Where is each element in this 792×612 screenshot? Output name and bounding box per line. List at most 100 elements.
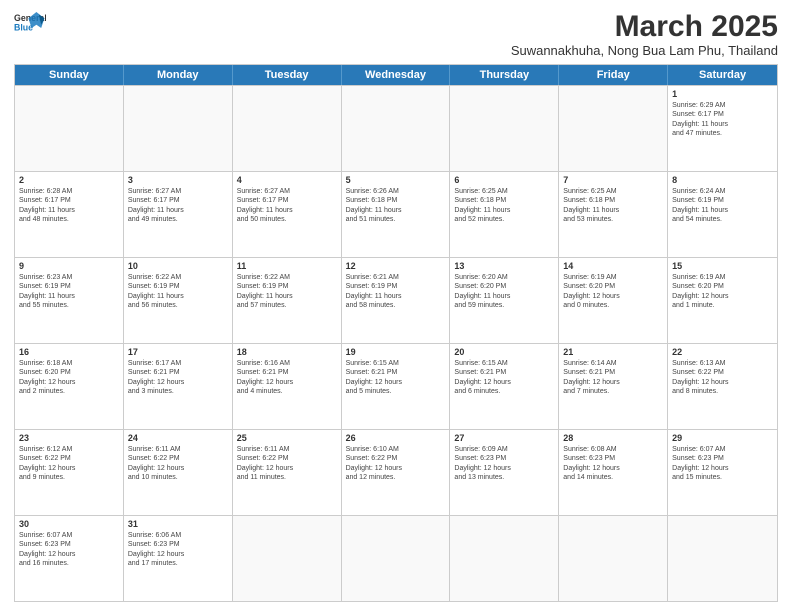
day-info: Sunrise: 6:12 AM Sunset: 6:22 PM Dayligh… [19,445,119,483]
day-number: 25 [237,433,337,443]
day-number: 19 [346,347,446,357]
calendar-day-12: 12Sunrise: 6:21 AM Sunset: 6:19 PM Dayli… [342,258,451,343]
day-number: 29 [672,433,773,443]
day-info: Sunrise: 6:26 AM Sunset: 6:18 PM Dayligh… [346,187,446,225]
header-day-saturday: Saturday [668,65,777,85]
day-info: Sunrise: 6:22 AM Sunset: 6:19 PM Dayligh… [237,273,337,311]
day-info: Sunrise: 6:10 AM Sunset: 6:22 PM Dayligh… [346,445,446,483]
day-info: Sunrise: 6:29 AM Sunset: 6:17 PM Dayligh… [672,101,773,139]
day-info: Sunrise: 6:09 AM Sunset: 6:23 PM Dayligh… [454,445,554,483]
calendar-day-7: 7 Sunrise: 6:25 AM Sunset: 6:18 PM Daylig… [559,172,668,257]
day-info: Sunrise: 6:20 AM Sunset: 6:20 PM Dayligh… [454,273,554,311]
calendar-row-2: 2Sunrise: 6:28 AM Sunset: 6:17 PM Daylig… [15,171,777,257]
calendar-row-4: 16Sunrise: 6:18 AM Sunset: 6:20 PM Dayli… [15,343,777,429]
calendar-header: SundayMondayTuesdayWednesdayThursdayFrid… [15,65,777,85]
calendar-day-20: 20 Sunrise: 6:15 AM Sunset: 6:21 PM Dayli… [450,344,559,429]
day-number: 16 [19,347,119,357]
day-number: 23 [19,433,119,443]
day-number: 12 [346,261,446,271]
calendar-day-25: 25 Sunrise: 6:11 AM Sunset: 6:22 PM Dayli… [233,430,342,515]
day-number: 1 [672,89,773,99]
calendar-row-5: 23 Sunrise: 6:12 AM Sunset: 6:22 PM Dayli… [15,429,777,515]
day-info: Sunrise: 6:25 AM Sunset: 6:18 PM Dayligh… [454,187,554,225]
header-day-monday: Monday [124,65,233,85]
calendar-day-11: 11 Sunrise: 6:22 AM Sunset: 6:19 PM Dayli… [233,258,342,343]
calendar-row-1: 1 Sunrise: 6:29 AM Sunset: 6:17 PM Daylig… [15,85,777,171]
location: Suwannakhuha, Nong Bua Lam Phu, Thailand [511,43,778,58]
day-number: 8 [672,175,773,185]
calendar-day-10: 10Sunrise: 6:22 AM Sunset: 6:19 PM Dayli… [124,258,233,343]
day-number: 5 [346,175,446,185]
day-info: Sunrise: 6:24 AM Sunset: 6:19 PM Dayligh… [672,187,773,225]
calendar-day-empty [15,86,124,171]
header-day-thursday: Thursday [450,65,559,85]
calendar-day-23: 23 Sunrise: 6:12 AM Sunset: 6:22 PM Dayli… [15,430,124,515]
title-block: March 2025 Suwannakhuha, Nong Bua Lam Ph… [511,10,778,58]
calendar-day-5: 5 Sunrise: 6:26 AM Sunset: 6:18 PM Daylig… [342,172,451,257]
calendar-row-3: 9 Sunrise: 6:23 AM Sunset: 6:19 PM Daylig… [15,257,777,343]
calendar-day-empty [559,516,668,601]
calendar-day-2: 2Sunrise: 6:28 AM Sunset: 6:17 PM Daylig… [15,172,124,257]
day-number: 2 [19,175,119,185]
calendar-day-21: 21Sunrise: 6:14 AM Sunset: 6:21 PM Dayli… [559,344,668,429]
header-day-friday: Friday [559,65,668,85]
calendar-day-9: 9 Sunrise: 6:23 AM Sunset: 6:19 PM Daylig… [15,258,124,343]
day-info: Sunrise: 6:11 AM Sunset: 6:22 PM Dayligh… [237,445,337,483]
day-number: 30 [19,519,119,529]
day-number: 28 [563,433,663,443]
day-number: 20 [454,347,554,357]
header-day-tuesday: Tuesday [233,65,342,85]
day-number: 18 [237,347,337,357]
calendar-day-14: 14Sunrise: 6:19 AM Sunset: 6:20 PM Dayli… [559,258,668,343]
day-info: Sunrise: 6:07 AM Sunset: 6:23 PM Dayligh… [19,531,119,569]
calendar-day-31: 31 Sunrise: 6:06 AM Sunset: 6:23 PM Dayli… [124,516,233,601]
day-number: 3 [128,175,228,185]
day-info: Sunrise: 6:23 AM Sunset: 6:19 PM Dayligh… [19,273,119,311]
day-info: Sunrise: 6:14 AM Sunset: 6:21 PM Dayligh… [563,359,663,397]
calendar-day-24: 24 Sunrise: 6:11 AM Sunset: 6:22 PM Dayli… [124,430,233,515]
day-number: 13 [454,261,554,271]
day-info: Sunrise: 6:19 AM Sunset: 6:20 PM Dayligh… [672,273,773,311]
month-title: March 2025 [511,10,778,43]
day-info: Sunrise: 6:15 AM Sunset: 6:21 PM Dayligh… [346,359,446,397]
day-number: 15 [672,261,773,271]
day-number: 26 [346,433,446,443]
day-number: 4 [237,175,337,185]
day-info: Sunrise: 6:15 AM Sunset: 6:21 PM Dayligh… [454,359,554,397]
day-info: Sunrise: 6:19 AM Sunset: 6:20 PM Dayligh… [563,273,663,311]
header-day-sunday: Sunday [15,65,124,85]
calendar-day-8: 8 Sunrise: 6:24 AM Sunset: 6:19 PM Daylig… [668,172,777,257]
day-info: Sunrise: 6:27 AM Sunset: 6:17 PM Dayligh… [128,187,228,225]
day-info: Sunrise: 6:17 AM Sunset: 6:21 PM Dayligh… [128,359,228,397]
day-number: 24 [128,433,228,443]
calendar-body: 1 Sunrise: 6:29 AM Sunset: 6:17 PM Daylig… [15,85,777,601]
day-info: Sunrise: 6:08 AM Sunset: 6:23 PM Dayligh… [563,445,663,483]
day-number: 27 [454,433,554,443]
calendar-day-empty [233,86,342,171]
calendar-day-29: 29Sunrise: 6:07 AM Sunset: 6:23 PM Dayli… [668,430,777,515]
day-number: 31 [128,519,228,529]
calendar-day-empty [233,516,342,601]
calendar-day-27: 27 Sunrise: 6:09 AM Sunset: 6:23 PM Dayli… [450,430,559,515]
calendar-day-28: 28 Sunrise: 6:08 AM Sunset: 6:23 PM Dayli… [559,430,668,515]
calendar-day-empty [668,516,777,601]
day-number: 22 [672,347,773,357]
calendar-day-16: 16Sunrise: 6:18 AM Sunset: 6:20 PM Dayli… [15,344,124,429]
calendar-day-1: 1 Sunrise: 6:29 AM Sunset: 6:17 PM Daylig… [668,86,777,171]
calendar-row-6: 30 Sunrise: 6:07 AM Sunset: 6:23 PM Dayli… [15,515,777,601]
calendar-day-18: 18Sunrise: 6:16 AM Sunset: 6:21 PM Dayli… [233,344,342,429]
day-info: Sunrise: 6:06 AM Sunset: 6:23 PM Dayligh… [128,531,228,569]
day-number: 11 [237,261,337,271]
day-info: Sunrise: 6:22 AM Sunset: 6:19 PM Dayligh… [128,273,228,311]
calendar-day-empty [450,516,559,601]
calendar-day-empty [559,86,668,171]
calendar-day-empty [450,86,559,171]
calendar-day-19: 19 Sunrise: 6:15 AM Sunset: 6:21 PM Dayli… [342,344,451,429]
day-info: Sunrise: 6:11 AM Sunset: 6:22 PM Dayligh… [128,445,228,483]
day-info: Sunrise: 6:25 AM Sunset: 6:18 PM Dayligh… [563,187,663,225]
day-info: Sunrise: 6:13 AM Sunset: 6:22 PM Dayligh… [672,359,773,397]
day-number: 9 [19,261,119,271]
calendar-day-4: 4Sunrise: 6:27 AM Sunset: 6:17 PM Daylig… [233,172,342,257]
calendar-day-30: 30 Sunrise: 6:07 AM Sunset: 6:23 PM Dayli… [15,516,124,601]
day-number: 7 [563,175,663,185]
